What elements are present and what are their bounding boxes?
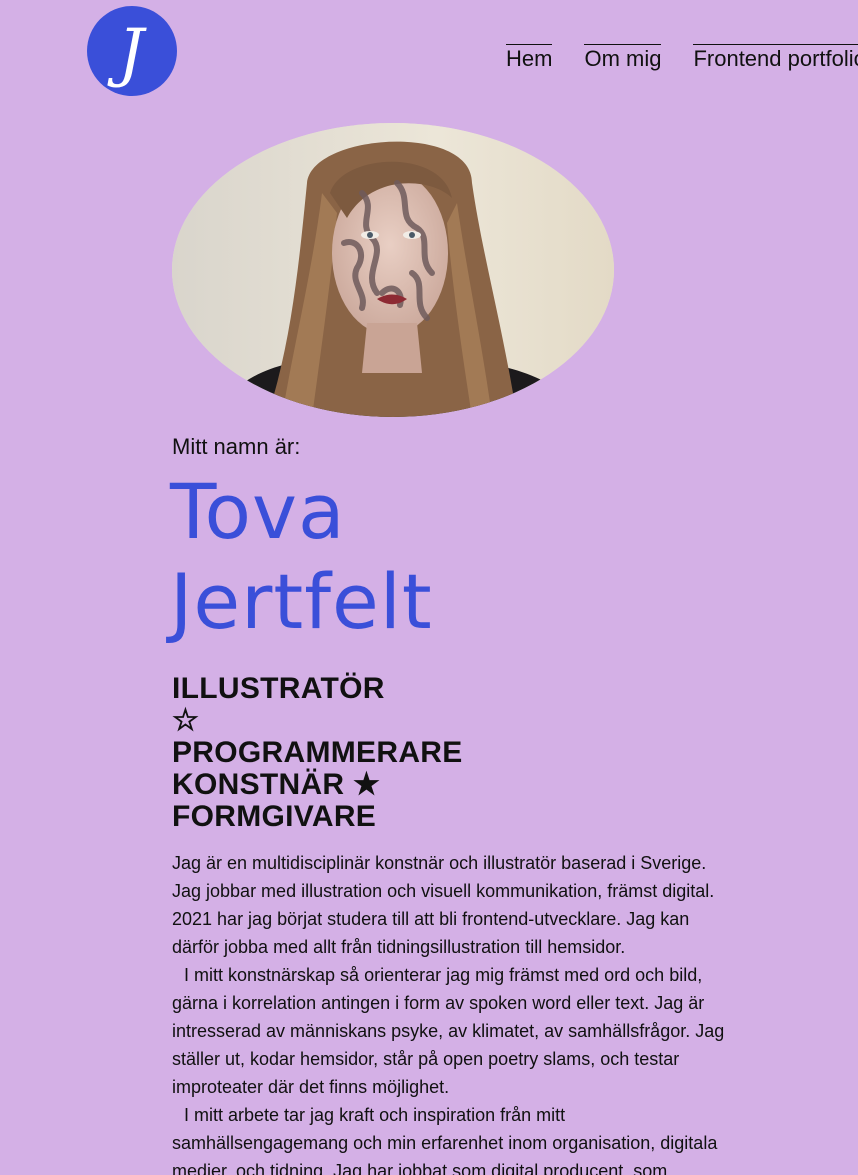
logo[interactable]: J xyxy=(87,6,177,96)
last-name: Jertfelt xyxy=(170,557,433,646)
bio-paragraph: I mitt arbete tar jag kraft och inspirat… xyxy=(172,1105,718,1175)
role-designer: FORMGIVARE xyxy=(172,800,377,833)
role-artist: KONSTNÄR ★ xyxy=(172,768,381,801)
intro-text: Mitt namn är: xyxy=(172,434,301,459)
bio: Jag är en multidisciplinär konstnär och … xyxy=(172,849,732,1175)
nav-link-frontend-portfolio[interactable]: Frontend portfolio xyxy=(693,44,858,71)
page-title: Tova Jertfelt xyxy=(170,467,433,647)
profile-photo xyxy=(172,123,614,417)
first-name: Tova xyxy=(170,467,346,556)
main-nav: Hem Om mig Frontend portfolio xyxy=(506,44,858,71)
nav-link-om-mig[interactable]: Om mig xyxy=(584,44,662,71)
role-illustrator: ILLUSTRATÖR xyxy=(172,672,385,705)
bio-paragraph: Jag är en multidisciplinär konstnär och … xyxy=(172,853,715,957)
logo-letter: J xyxy=(118,16,144,90)
nav-link-hem[interactable]: Hem xyxy=(506,44,553,71)
role-programmer: PROGRAMMERARE xyxy=(172,736,463,769)
star-outline-icon: ☆ xyxy=(172,704,200,737)
bio-paragraph: I mitt konstnärskap så orienterar jag mi… xyxy=(172,965,725,1097)
page: J Hem Om mig Frontend portfolio Mitt nam… xyxy=(0,0,858,1175)
roles-list: ILLUSTRATÖR ☆ PROGRAMMERARE KONSTNÄR ★ F… xyxy=(172,673,472,833)
